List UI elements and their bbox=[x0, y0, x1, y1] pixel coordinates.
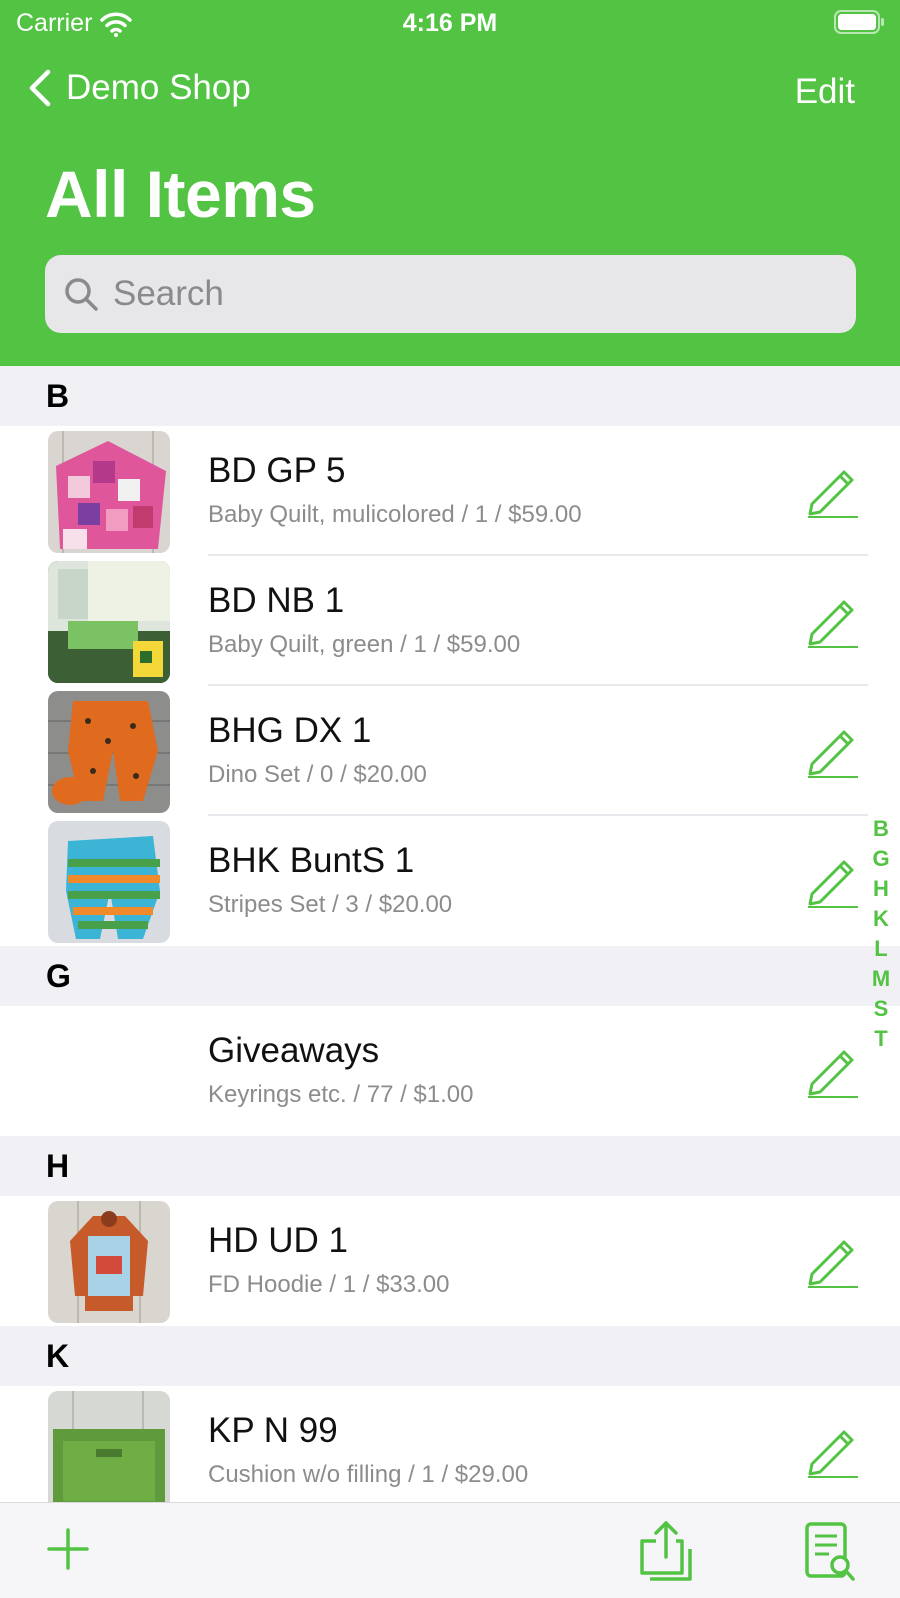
item-thumbnail bbox=[48, 691, 170, 813]
section-header-h: H bbox=[0, 1136, 900, 1196]
item-title: BHK BuntS 1 bbox=[208, 841, 415, 880]
section-index-bar[interactable]: B G H K L M S T bbox=[868, 814, 894, 1054]
section-header-b: B bbox=[0, 366, 900, 426]
pencil-icon[interactable] bbox=[800, 1234, 858, 1288]
list-item[interactable]: HD UD 1 FD Hoodie / 1 / $33.00 bbox=[0, 1196, 900, 1326]
section-header-g: G bbox=[0, 946, 900, 1006]
index-letter-k[interactable]: K bbox=[873, 904, 889, 934]
section-header-k: K bbox=[0, 1326, 900, 1386]
list-item[interactable]: BD GP 5 Baby Quilt, mulicolored / 1 / $5… bbox=[0, 426, 900, 556]
index-letter-l[interactable]: L bbox=[874, 934, 887, 964]
items-list: B BD GP 5 Baby Quilt, mulicolored / 1 / … bbox=[0, 366, 900, 1516]
item-subtitle: Baby Quilt, mulicolored / 1 / $59.00 bbox=[208, 501, 582, 528]
item-thumbnail bbox=[48, 821, 170, 943]
search-bar[interactable] bbox=[45, 255, 856, 333]
item-subtitle: Keyrings etc. / 77 / $1.00 bbox=[208, 1081, 474, 1108]
index-letter-s[interactable]: S bbox=[874, 994, 889, 1024]
back-button[interactable]: Demo Shop bbox=[26, 68, 251, 108]
item-subtitle: FD Hoodie / 1 / $33.00 bbox=[208, 1271, 450, 1298]
pencil-icon[interactable] bbox=[800, 1424, 858, 1478]
battery-icon bbox=[834, 10, 884, 34]
list-item[interactable]: BHG DX 1 Dino Set / 0 / $20.00 bbox=[0, 686, 900, 816]
item-title: KP N 99 bbox=[208, 1411, 338, 1450]
list-item[interactable]: Giveaways Keyrings etc. / 77 / $1.00 bbox=[0, 1006, 900, 1136]
item-title: BHG DX 1 bbox=[208, 711, 372, 750]
list-item[interactable]: KP N 99 Cushion w/o filling / 1 / $29.00 bbox=[0, 1386, 900, 1516]
page-title: All Items bbox=[45, 157, 316, 231]
pencil-icon[interactable] bbox=[800, 724, 858, 778]
item-subtitle: Cushion w/o filling / 1 / $29.00 bbox=[208, 1461, 529, 1488]
document-search-icon[interactable] bbox=[804, 1521, 856, 1583]
index-letter-h[interactable]: H bbox=[873, 874, 889, 904]
search-input[interactable] bbox=[113, 274, 833, 314]
pencil-icon[interactable] bbox=[800, 464, 858, 518]
share-icon[interactable] bbox=[636, 1519, 696, 1583]
item-subtitle: Dino Set / 0 / $20.00 bbox=[208, 761, 427, 788]
item-thumbnail bbox=[48, 561, 170, 683]
navigation-header: Carrier 4:16 PM Demo Shop Edit All Items bbox=[0, 0, 900, 366]
item-thumbnail bbox=[48, 431, 170, 553]
list-item[interactable]: BD NB 1 Baby Quilt, green / 1 / $59.00 bbox=[0, 556, 900, 686]
item-title: Giveaways bbox=[208, 1031, 380, 1070]
back-button-label: Demo Shop bbox=[66, 68, 251, 107]
item-thumbnail bbox=[48, 1391, 170, 1513]
chevron-left-icon bbox=[29, 69, 51, 107]
bottom-toolbar bbox=[0, 1502, 900, 1598]
index-letter-b[interactable]: B bbox=[873, 814, 889, 844]
plus-icon[interactable] bbox=[46, 1527, 90, 1571]
item-subtitle: Baby Quilt, green / 1 / $59.00 bbox=[208, 631, 521, 658]
status-bar: Carrier 4:16 PM bbox=[0, 0, 900, 48]
pencil-icon[interactable] bbox=[800, 1044, 858, 1098]
item-title: BD GP 5 bbox=[208, 451, 346, 490]
edit-button[interactable]: Edit bbox=[795, 72, 855, 112]
item-subtitle: Stripes Set / 3 / $20.00 bbox=[208, 891, 453, 918]
item-title: BD NB 1 bbox=[208, 581, 345, 620]
index-letter-m[interactable]: M bbox=[872, 964, 890, 994]
list-item[interactable]: BHK BuntS 1 Stripes Set / 3 / $20.00 bbox=[0, 816, 900, 946]
index-letter-t[interactable]: T bbox=[874, 1024, 887, 1054]
pencil-icon[interactable] bbox=[800, 854, 858, 908]
pencil-icon[interactable] bbox=[800, 594, 858, 648]
status-time: 4:16 PM bbox=[402, 9, 498, 37]
search-icon bbox=[65, 278, 98, 311]
item-title: HD UD 1 bbox=[208, 1221, 349, 1260]
index-letter-g[interactable]: G bbox=[872, 844, 889, 874]
item-thumbnail bbox=[48, 1201, 170, 1323]
